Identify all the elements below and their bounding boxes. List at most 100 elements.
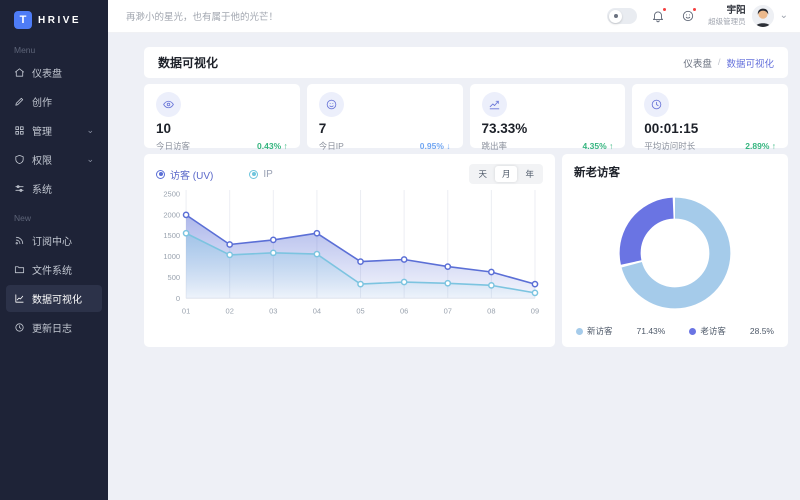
legend-label: 访客 (UV): [170, 167, 213, 182]
sidebar-item-create[interactable]: 创作: [6, 88, 102, 115]
main-area: 再渺小的星光，也有属于他的光芒！ 宇阳 超级管理员: [108, 0, 800, 500]
sidebar-item-label: 权限: [32, 152, 52, 167]
stat-delta: 0.43% ↑: [257, 141, 288, 151]
header-controls: 宇阳 超级管理员 ⌄: [607, 5, 788, 27]
sidebar-item-changelog[interactable]: 更新日志: [6, 314, 102, 341]
legend-item-ip[interactable]: IP: [249, 169, 272, 180]
stat-label: 平均访问时长: [644, 140, 695, 152]
sidebar-section-menu: Menu: [0, 35, 108, 58]
user-name: 宇阳: [708, 5, 746, 17]
charts-row: 访客 (UV) IP 天 月 年 05001000150020002500010…: [144, 154, 788, 347]
sidebar-item-dashboard[interactable]: 仪表盘: [6, 59, 102, 86]
svg-text:500: 500: [168, 273, 181, 282]
chart-header: 访客 (UV) IP 天 月 年: [156, 164, 543, 184]
theme-toggle[interactable]: [607, 8, 637, 24]
svg-text:02: 02: [226, 306, 234, 315]
breadcrumb: 仪表盘 / 数据可视化: [683, 56, 774, 70]
stat-delta: 2.89% ↑: [745, 141, 776, 151]
period-segmented-control: 天 月 年: [469, 164, 543, 184]
sidebar-item-label: 订阅中心: [32, 233, 72, 248]
stat-value: 00:01:15: [644, 122, 776, 136]
breadcrumb-separator: /: [718, 57, 721, 68]
notifications-button[interactable]: [648, 7, 667, 26]
stat-label: 跳出率: [482, 140, 508, 152]
app-logo[interactable]: T HRIVE: [0, 0, 108, 35]
breadcrumb-dashboard[interactable]: 仪表盘: [683, 56, 712, 70]
grid-icon: [14, 125, 25, 136]
ip-legend-dot-icon: [249, 170, 258, 179]
stat-card-visitors: 10 今日访客 0.43% ↑: [144, 84, 300, 148]
sidebar: T HRIVE Menu 仪表盘 创作 管理 ⌄ 权限 ⌄ 系统 New: [0, 0, 108, 500]
svg-text:2000: 2000: [163, 210, 180, 219]
theme-toggle-knob: [609, 10, 622, 23]
period-month-button[interactable]: 月: [495, 166, 518, 182]
smiley-icon: [325, 98, 338, 111]
sliders-icon: [14, 183, 25, 194]
page-titlebar: 数据可视化 仪表盘 / 数据可视化: [144, 47, 788, 78]
shield-icon: [14, 154, 25, 165]
uv-legend-dot-icon: [156, 170, 165, 179]
page-title: 数据可视化: [158, 54, 218, 71]
stat-value: 73.33%: [482, 122, 614, 136]
stat-label: 今日IP: [319, 140, 344, 152]
stat-card-ip: 7 今日IP 0.95% ↓: [307, 84, 463, 148]
svg-text:01: 01: [182, 306, 190, 315]
svg-text:07: 07: [444, 306, 452, 315]
stat-card-bounce-rate: 73.33% 跳出率 4.35% ↑: [470, 84, 626, 148]
folder-icon: [14, 264, 25, 275]
stat-value: 10: [156, 122, 288, 136]
legend-item-uv[interactable]: 访客 (UV): [156, 167, 213, 182]
donut-legend-new-visitors[interactable]: 新访客: [576, 325, 613, 337]
app-window: T HRIVE Menu 仪表盘 创作 管理 ⌄ 权限 ⌄ 系统 New: [0, 0, 800, 500]
sidebar-item-manage[interactable]: 管理 ⌄: [6, 117, 102, 144]
logo-text: HRIVE: [38, 15, 81, 26]
sidebar-item-label: 文件系统: [32, 262, 72, 277]
sidebar-item-system[interactable]: 系统: [6, 175, 102, 202]
sidebar-item-files[interactable]: 文件系统: [6, 256, 102, 283]
stat-cards: 10 今日访客 0.43% ↑ 7 今日IP 0.95% ↓: [144, 84, 788, 148]
sidebar-section-new: New: [0, 203, 108, 226]
rss-icon: [14, 235, 25, 246]
messages-button[interactable]: [678, 7, 697, 26]
uv-ip-chart-card: 访客 (UV) IP 天 月 年 05001000150020002500010…: [144, 154, 555, 347]
donut-legend-label: 新访客: [587, 325, 613, 337]
donut-legend: 新访客 71.43% 老访客 28.5%: [574, 325, 776, 339]
new-visitor-dot-icon: [576, 328, 583, 335]
period-day-button[interactable]: 天: [471, 166, 494, 182]
user-menu[interactable]: 宇阳 超级管理员 ⌄: [708, 5, 788, 27]
user-info: 宇阳 超级管理员: [708, 5, 746, 26]
chart-icon: [14, 293, 25, 304]
notification-badge: [662, 7, 667, 12]
stat-value: 7: [319, 122, 451, 136]
donut-chart-title: 新老访客: [574, 164, 776, 180]
stat-delta: 0.95% ↓: [420, 141, 451, 151]
donut-legend-old-visitors[interactable]: 老访客: [689, 325, 726, 337]
svg-text:1500: 1500: [163, 231, 180, 240]
svg-text:08: 08: [487, 306, 495, 315]
sidebar-item-label: 管理: [32, 123, 52, 138]
chevron-down-icon: ⌄: [86, 155, 94, 164]
period-year-button[interactable]: 年: [518, 166, 541, 182]
svg-text:03: 03: [269, 306, 277, 315]
legend-label: IP: [263, 169, 272, 180]
chevron-down-icon: ⌄: [780, 11, 788, 21]
sidebar-item-subscriptions[interactable]: 订阅中心: [6, 227, 102, 254]
svg-text:09: 09: [531, 306, 539, 315]
edit-icon: [14, 96, 25, 107]
svg-text:06: 06: [400, 306, 408, 315]
sidebar-item-label: 数据可视化: [32, 291, 82, 306]
theme-toggle-dot-icon: [614, 14, 618, 18]
sidebar-item-label: 更新日志: [32, 320, 72, 335]
sidebar-item-label: 系统: [32, 181, 52, 196]
sidebar-item-data-visualization[interactable]: 数据可视化: [6, 285, 102, 312]
svg-text:04: 04: [313, 306, 321, 315]
breadcrumb-current: 数据可视化: [726, 56, 774, 70]
user-role: 超级管理员: [708, 17, 746, 26]
stat-card-avg-duration: 00:01:15 平均访问时长 2.89% ↑: [632, 84, 788, 148]
sidebar-item-label: 创作: [32, 94, 52, 109]
home-icon: [14, 67, 25, 78]
stat-label: 今日访客: [156, 140, 190, 152]
trend-icon: [488, 98, 501, 111]
sidebar-item-permissions[interactable]: 权限 ⌄: [6, 146, 102, 173]
uv-ip-chart-svg: 05001000150020002500010203040506070809: [156, 186, 543, 320]
